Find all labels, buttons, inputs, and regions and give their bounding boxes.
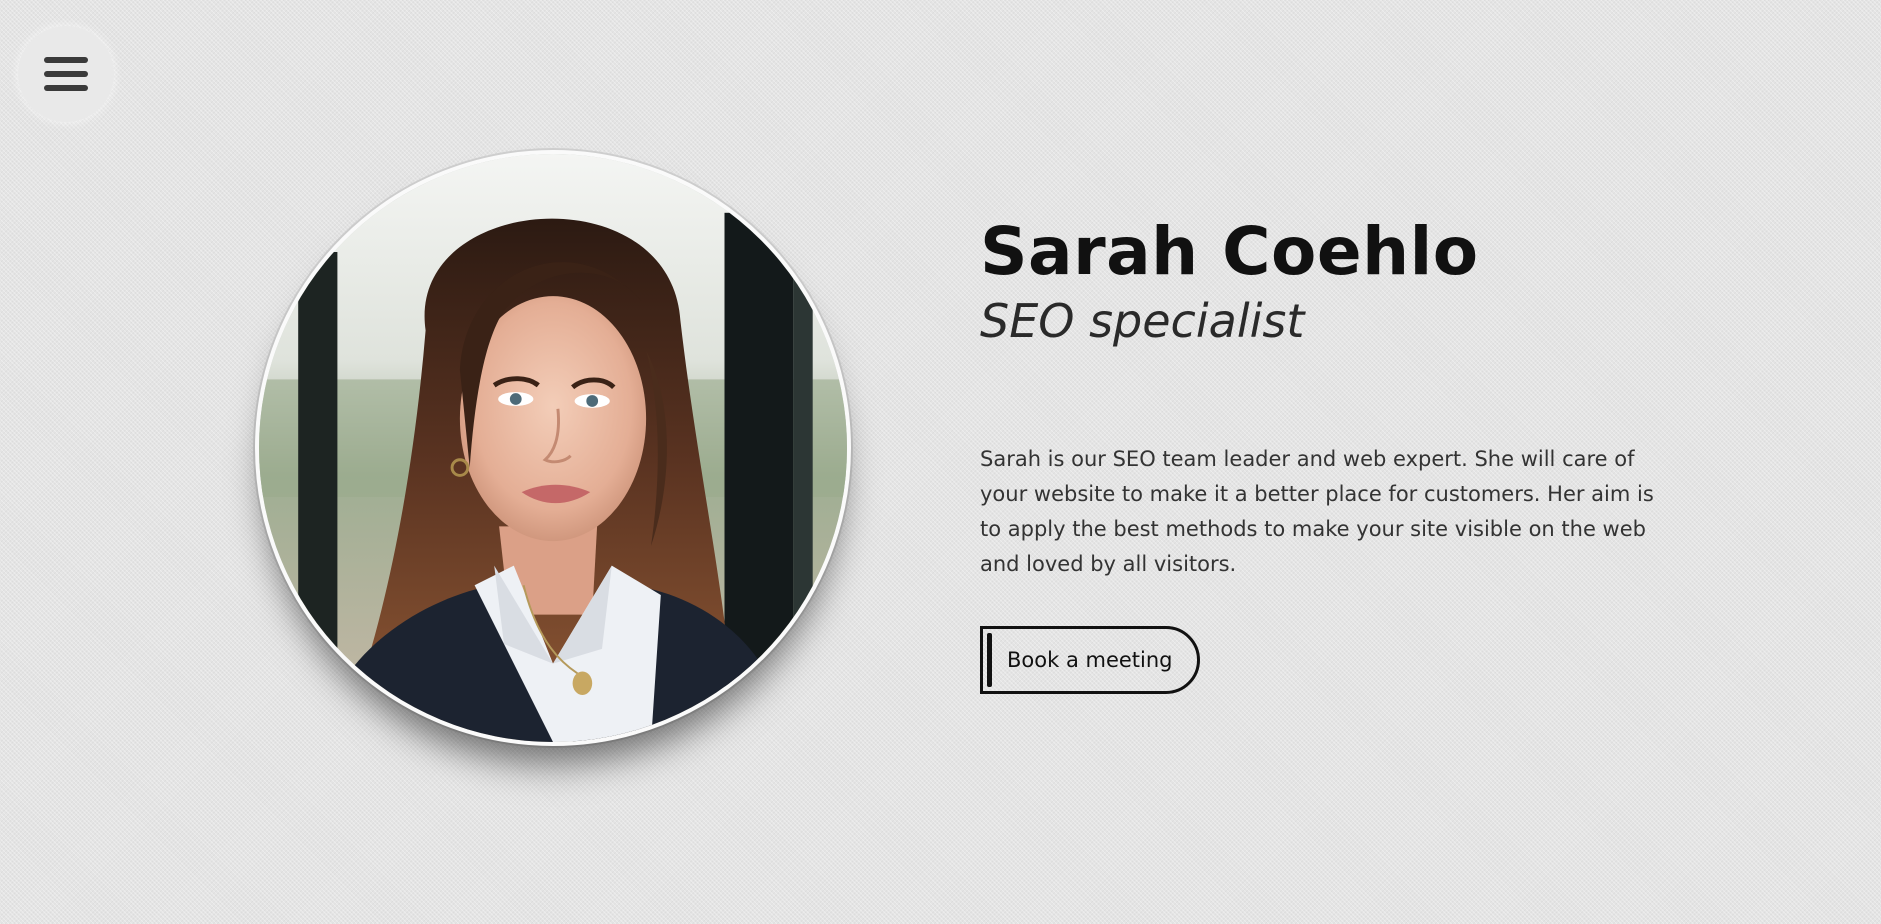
hamburger-menu-icon	[44, 57, 88, 63]
profile-role: SEO specialist	[980, 294, 1305, 348]
profile-photo	[255, 150, 851, 746]
hamburger-menu-icon-bar	[44, 71, 88, 77]
profile-name: Sarah Coehlo	[980, 213, 1479, 290]
portrait-illustration	[259, 154, 847, 742]
menu-button[interactable]	[18, 26, 114, 122]
book-meeting-button[interactable]: Book a meeting	[980, 626, 1200, 694]
hamburger-menu-icon-bar	[44, 85, 88, 91]
profile-bio: Sarah is our SEO team leader and web exp…	[980, 447, 1654, 576]
profile-info: Sarah Coehlo SEO specialist Sarah is our…	[980, 212, 1680, 694]
